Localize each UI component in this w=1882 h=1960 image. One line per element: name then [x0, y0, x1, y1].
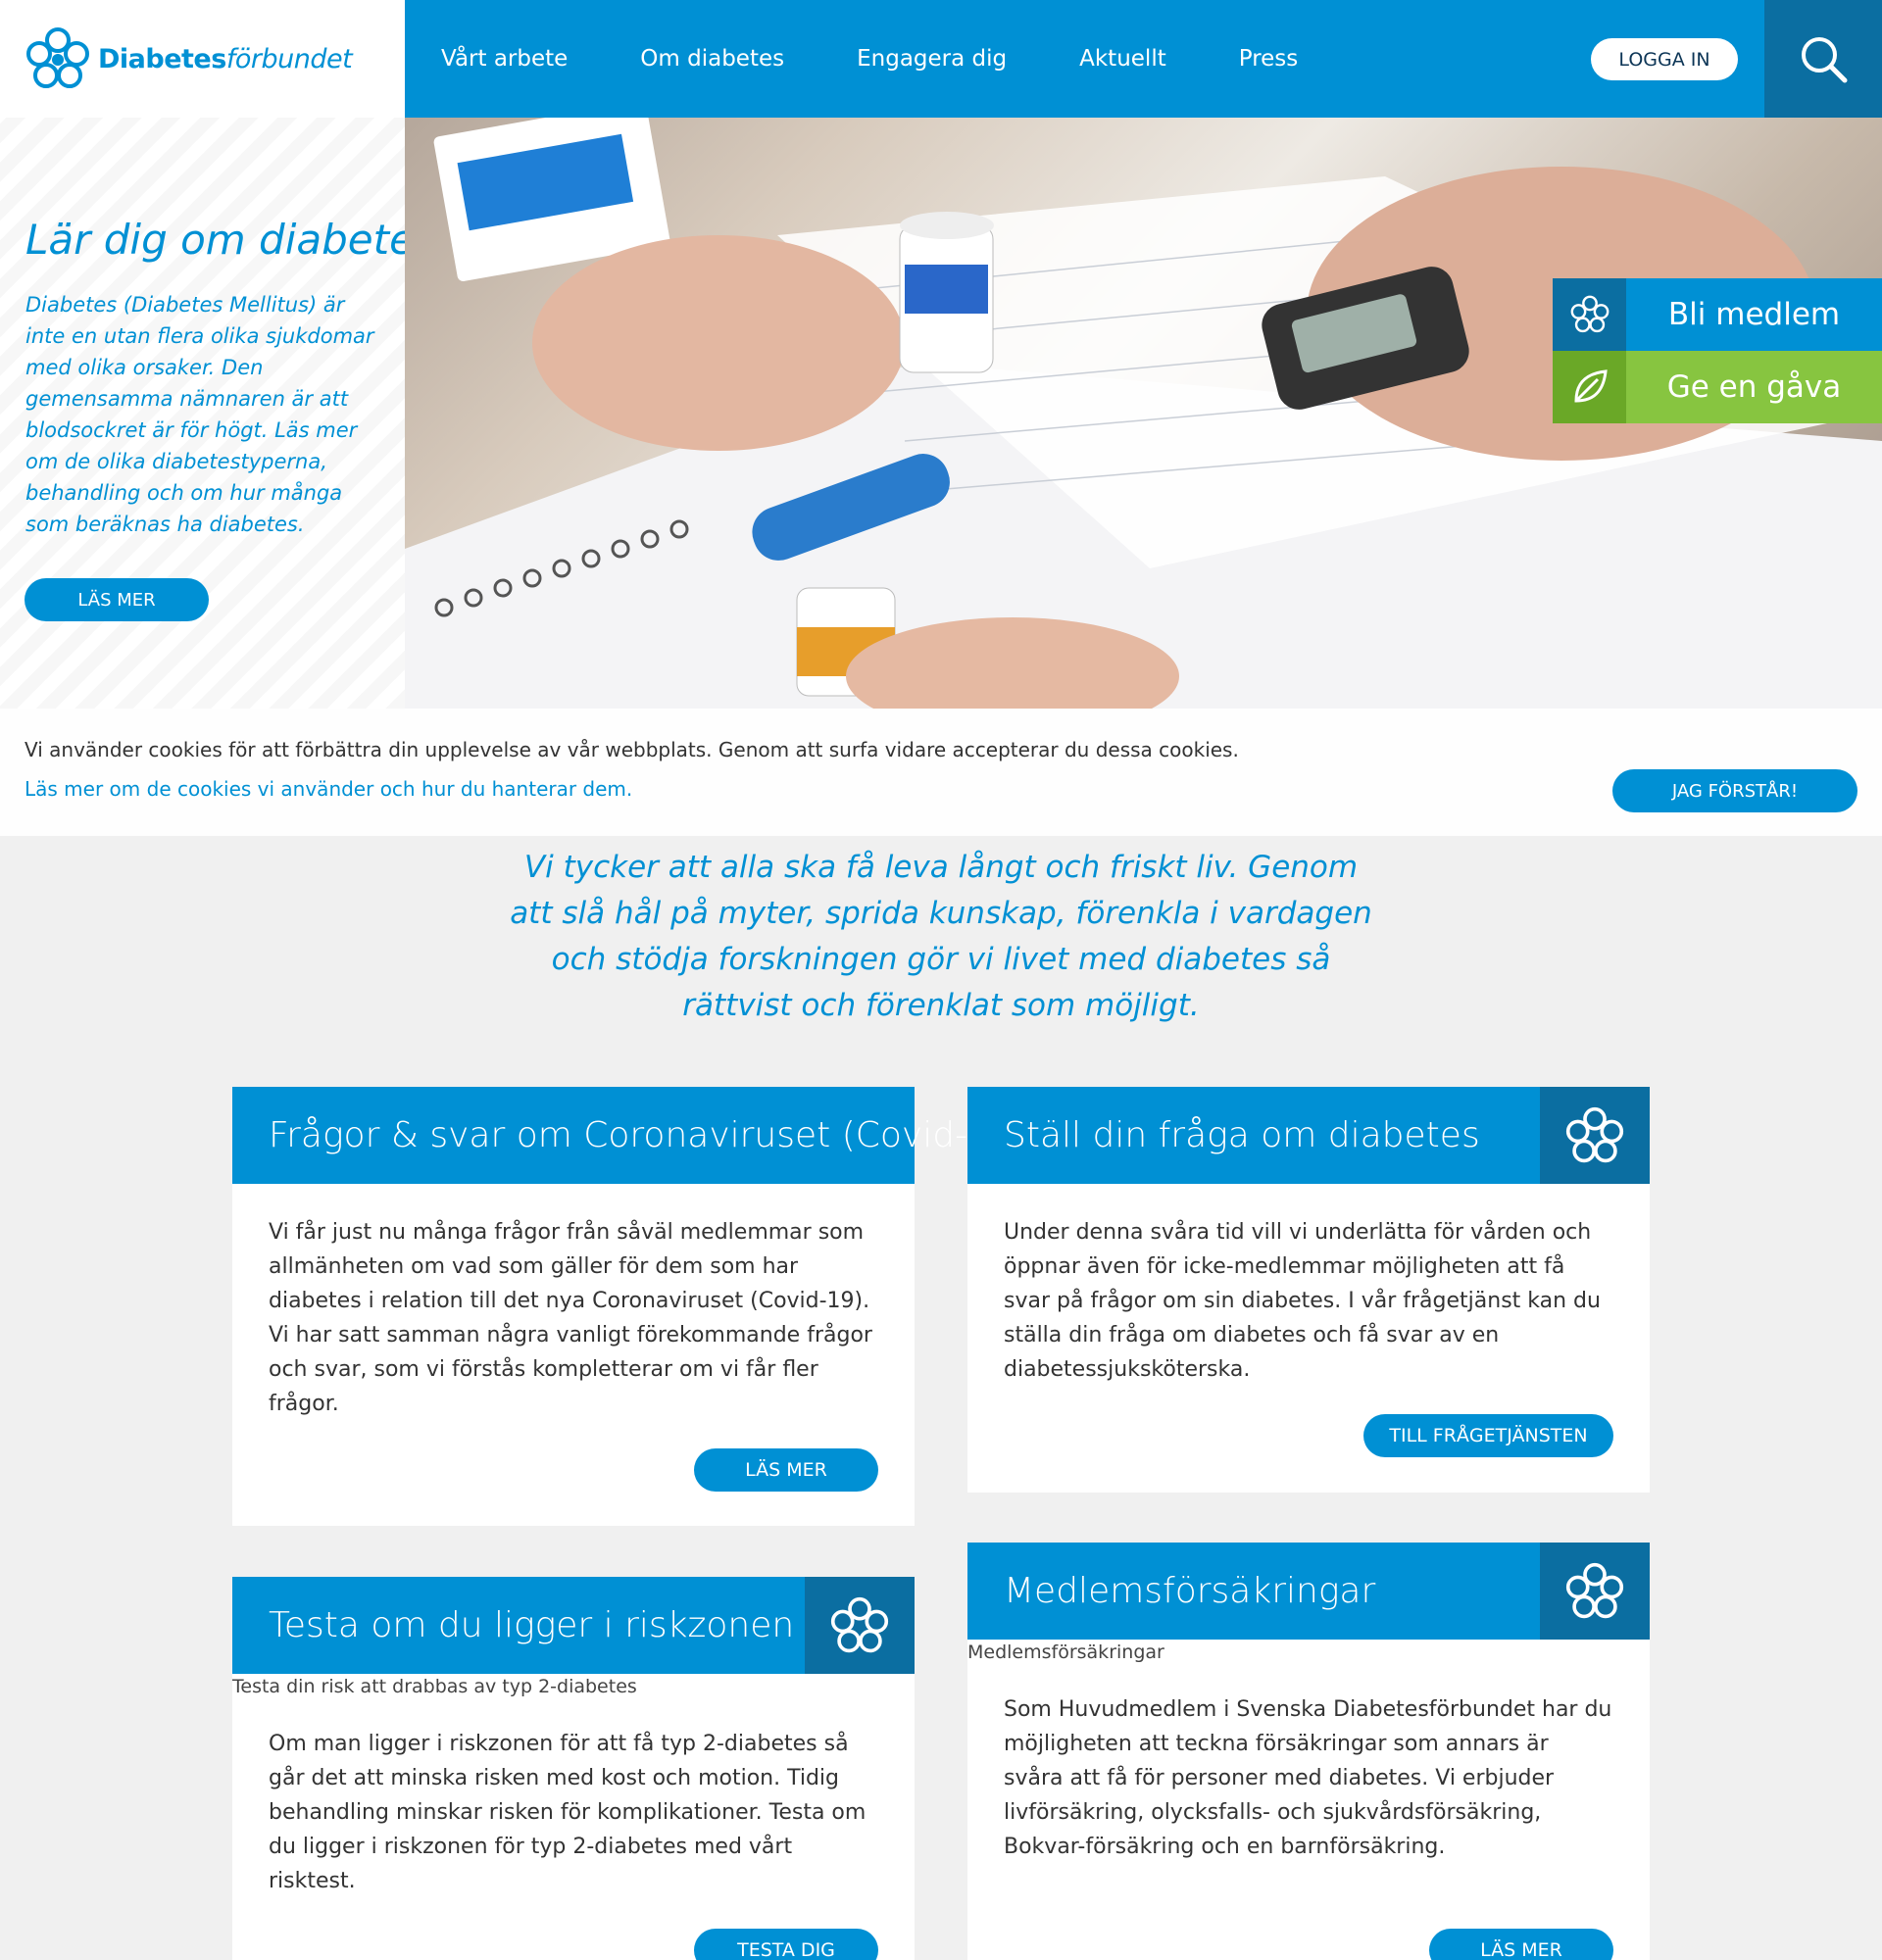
card-title[interactable]: Testa om du ligger i riskzonen: [269, 1577, 794, 1674]
nav-item-press[interactable]: Press: [1239, 46, 1299, 72]
nav-item-aktuellt[interactable]: Aktuellt: [1079, 46, 1166, 72]
hero-text: Diabetes (Diabetes Mellitus) är inte en …: [25, 293, 374, 536]
cookie-accept-button[interactable]: JAG FÖRSTÅR!: [1612, 769, 1857, 812]
nav-item-vart-arbete[interactable]: Vårt arbete: [441, 46, 568, 72]
flower-icon: [805, 1577, 915, 1674]
card-body: Om man ligger i riskzonen för att få typ…: [269, 1732, 867, 1893]
card-body: Vi får just nu många frågor från såväl m…: [269, 1220, 872, 1416]
mission-statement: Vi tycker att alla ska få leva långt och…: [510, 850, 1372, 1023]
logo[interactable]: Diabetesförbundet: [0, 0, 405, 118]
card-image-broken: Testa din risk att drabbas av typ 2-diab…: [232, 1676, 637, 1697]
hero-read-more-button[interactable]: LÄS MER: [25, 578, 209, 621]
nav-item-om-diabetes[interactable]: Om diabetes: [640, 46, 784, 72]
card-title[interactable]: Frågor & svar om Coronaviruset (Covid-19…: [269, 1087, 1026, 1184]
card-risk-test: Testa om du ligger i riskzonen Testa din…: [232, 1577, 915, 1960]
hero-title: Lär dig om diabetes: [25, 216, 436, 264]
give-gift-label: Ge en gåva: [1666, 369, 1842, 405]
cookie-text: Vi använder cookies för att förbättra di…: [25, 738, 1239, 761]
login-button[interactable]: LOGGA IN: [1591, 38, 1738, 80]
card-header: Medlemsförsäkringar: [967, 1543, 1650, 1640]
nav-item-engagera-dig[interactable]: Engagera dig: [857, 46, 1007, 72]
card-title[interactable]: Ställ din fråga om diabetes: [1004, 1087, 1480, 1184]
search-button[interactable]: [1764, 0, 1882, 118]
read-more-button[interactable]: LÄS MER: [1429, 1929, 1613, 1960]
cookie-info-link[interactable]: Läs mer om de cookies vi använder och hu…: [25, 777, 632, 801]
card-image-broken: Medlemsförsäkringar: [967, 1642, 1164, 1663]
card-header: Frågor & svar om Coronaviruset (Covid-19…: [232, 1087, 1026, 1184]
card-member-insurance: Medlemsförsäkringar Medlemsförsäkringar …: [967, 1543, 1650, 1960]
flower-icon: [1553, 278, 1626, 351]
leaf-icon: [1553, 351, 1626, 423]
card-title[interactable]: Medlemsförsäkringar: [1004, 1543, 1375, 1640]
hero-intro: Lär dig om diabetes Diabetes (Diabetes M…: [0, 118, 436, 709]
cookie-banner: Vi använder cookies för att förbättra di…: [0, 709, 1882, 836]
become-member-label: Bli medlem: [1667, 297, 1841, 332]
read-more-button[interactable]: LÄS MER: [694, 1448, 878, 1492]
question-service-button[interactable]: TILL FRÅGETJÄNSTEN: [1363, 1414, 1613, 1457]
search-icon: [1802, 37, 1848, 83]
card-ask-question: Ställ din fråga om diabetes Under denna …: [967, 1087, 1650, 1493]
become-member-button[interactable]: Bli medlem: [1553, 278, 1882, 351]
card-corona: Frågor & svar om Coronaviruset (Covid-19…: [232, 1087, 1026, 1526]
card-body: Som Huvudmedlem i Svenska Diabetesförbun…: [1004, 1697, 1612, 1859]
logo-text: Diabetesförbundet: [98, 43, 353, 74]
logo-icon: [26, 27, 89, 88]
card-header: Testa om du ligger i riskzonen: [232, 1577, 915, 1674]
flower-icon: [1540, 1087, 1650, 1184]
flower-icon: [1540, 1543, 1650, 1640]
site-header: Diabetesförbundet Vårt arbete Om diabete…: [0, 0, 1882, 118]
give-gift-button[interactable]: Ge en gåva: [1553, 351, 1882, 423]
card-header: Ställ din fråga om diabetes: [967, 1087, 1650, 1184]
card-body: Under denna svåra tid vill vi underlätta…: [1004, 1220, 1601, 1382]
main-nav: Vårt arbete Om diabetes Engagera dig Akt…: [405, 0, 1334, 118]
test-yourself-button[interactable]: TESTA DIG: [694, 1929, 878, 1960]
